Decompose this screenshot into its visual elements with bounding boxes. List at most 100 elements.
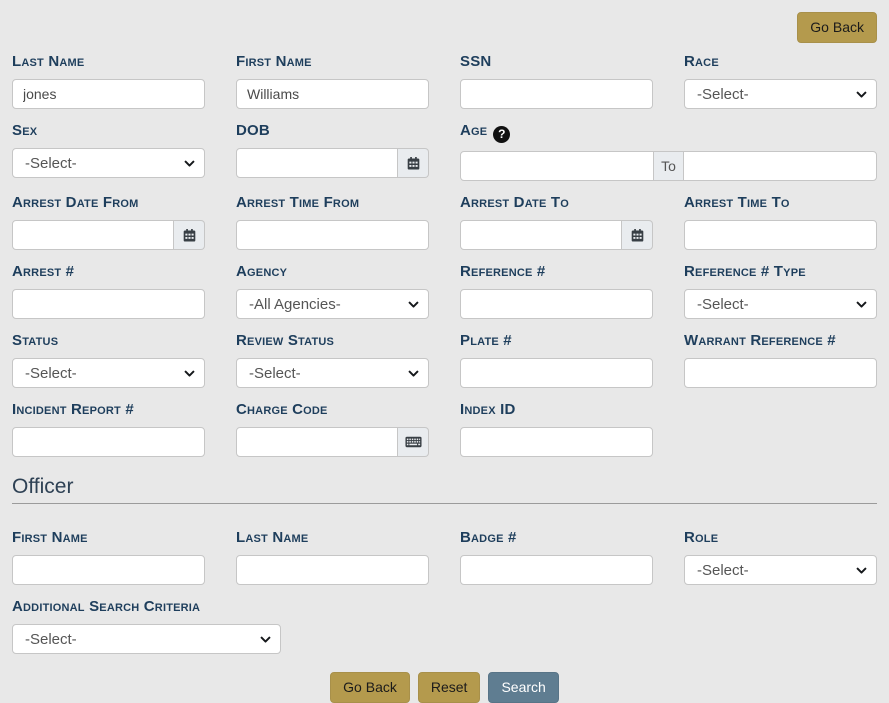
arrest-number-input[interactable]	[12, 289, 205, 319]
role-select-value: -Select-	[697, 562, 749, 579]
additional-search-criteria-select[interactable]: -Select-	[12, 624, 281, 654]
reference-number-type-select-value: -Select-	[697, 296, 749, 313]
dob-input[interactable]	[236, 148, 398, 178]
row-4: Arrest # Agency -All Agencies- Reference…	[12, 262, 877, 331]
arrest-time-from-input[interactable]	[236, 220, 429, 250]
chevron-down-icon	[855, 298, 868, 311]
chevron-down-icon	[407, 298, 420, 311]
role-field-group: Role -Select-	[684, 528, 877, 585]
additional-search-criteria-label: Additional Search Criteria	[12, 597, 877, 616]
status-field-group: Status -Select-	[12, 331, 205, 388]
charge-code-label: Charge Code	[236, 400, 429, 419]
officer-last-name-input[interactable]	[236, 555, 429, 585]
dob-field-group: DOB	[236, 121, 429, 181]
race-select-value: -Select-	[697, 86, 749, 103]
sex-select-value: -Select-	[25, 155, 77, 172]
warrant-reference-number-input[interactable]	[684, 358, 877, 388]
row-5: Status -Select- Review Status -Select- P…	[12, 331, 877, 400]
chevron-down-icon	[855, 88, 868, 101]
chevron-down-icon	[183, 157, 196, 170]
reference-number-type-label: Reference # Type	[684, 262, 877, 281]
row-3: Arrest Date From Arrest Time From	[12, 193, 877, 262]
age-from-input[interactable]	[460, 151, 654, 181]
age-to-input[interactable]	[683, 151, 877, 181]
officer-last-name-field-group: Last Name	[236, 528, 429, 585]
role-select[interactable]: -Select-	[684, 555, 877, 585]
reference-number-type-select[interactable]: -Select-	[684, 289, 877, 319]
age-field-group: Age? To	[460, 121, 877, 181]
charge-code-field-group: Charge Code	[236, 400, 429, 457]
sex-label: Sex	[12, 121, 205, 140]
ssn-input[interactable]	[460, 79, 653, 109]
row-2: Sex -Select- DOB	[12, 121, 877, 193]
plate-number-field-group: Plate #	[460, 331, 653, 388]
arrest-date-from-label: Arrest Date From	[12, 193, 205, 212]
sex-select[interactable]: -Select-	[12, 148, 205, 178]
chevron-down-icon	[259, 633, 272, 646]
calendar-icon	[182, 228, 197, 243]
question-circle-icon[interactable]: ?	[493, 126, 510, 143]
row-1: Last Name First Name SSN Race -Select-	[12, 52, 877, 121]
role-label: Role	[684, 528, 877, 547]
chevron-down-icon	[407, 367, 420, 380]
ssn-field-group: SSN	[460, 52, 653, 109]
first-name-field-group: First Name	[236, 52, 429, 109]
officer-row-1: First Name Last Name Badge # Role -Selec…	[12, 528, 877, 597]
dob-calendar-button[interactable]	[398, 148, 429, 178]
arrest-time-to-label: Arrest Time To	[684, 193, 877, 212]
arrest-date-from-field-group: Arrest Date From	[12, 193, 205, 250]
status-select[interactable]: -Select-	[12, 358, 205, 388]
arrest-date-from-calendar-button[interactable]	[174, 220, 205, 250]
chevron-down-icon	[855, 564, 868, 577]
arrest-date-to-input[interactable]	[460, 220, 622, 250]
warrant-reference-number-field-group: Warrant Reference #	[684, 331, 877, 388]
review-status-field-group: Review Status -Select-	[236, 331, 429, 388]
plate-number-input[interactable]	[460, 358, 653, 388]
badge-number-input[interactable]	[460, 555, 653, 585]
agency-select[interactable]: -All Agencies-	[236, 289, 429, 319]
search-form-page: Go Back Last Name First Name SSN Race -S…	[0, 0, 889, 688]
index-id-input[interactable]	[460, 427, 653, 457]
agency-select-value: -All Agencies-	[249, 296, 341, 313]
arrest-time-to-input[interactable]	[684, 220, 877, 250]
badge-number-label: Badge #	[460, 528, 653, 547]
warrant-reference-number-label: Warrant Reference #	[684, 331, 877, 350]
plate-number-label: Plate #	[460, 331, 653, 350]
officer-first-name-field-group: First Name	[12, 528, 205, 585]
last-name-label: Last Name	[12, 52, 205, 71]
status-label: Status	[12, 331, 205, 350]
reference-number-input[interactable]	[460, 289, 653, 319]
additional-search-criteria-field-group: Additional Search Criteria -Select-	[12, 597, 877, 654]
incident-report-number-input[interactable]	[12, 427, 205, 457]
arrest-time-from-field-group: Arrest Time From	[236, 193, 429, 250]
top-go-back-button[interactable]: Go Back	[797, 12, 877, 43]
race-label: Race	[684, 52, 877, 71]
first-name-input[interactable]	[236, 79, 429, 109]
review-status-select[interactable]: -Select-	[236, 358, 429, 388]
sex-field-group: Sex -Select-	[12, 121, 205, 181]
age-label: Age?	[460, 121, 877, 143]
arrest-date-to-field-group: Arrest Date To	[460, 193, 653, 250]
index-id-label: Index ID	[460, 400, 653, 419]
arrest-number-label: Arrest #	[12, 262, 205, 281]
arrest-time-to-field-group: Arrest Time To	[684, 193, 877, 250]
incident-report-number-label: Incident Report #	[12, 400, 205, 419]
row-6: Incident Report # Charge Code	[12, 400, 877, 469]
race-select[interactable]: -Select-	[684, 79, 877, 109]
arrest-date-from-input[interactable]	[12, 220, 174, 250]
arrest-date-to-calendar-button[interactable]	[622, 220, 653, 250]
officer-first-name-input[interactable]	[12, 555, 205, 585]
last-name-input[interactable]	[12, 79, 205, 109]
calendar-icon	[630, 228, 645, 243]
arrest-number-field-group: Arrest #	[12, 262, 205, 319]
arrest-date-to-label: Arrest Date To	[460, 193, 653, 212]
race-field-group: Race -Select-	[684, 52, 877, 109]
chevron-down-icon	[183, 367, 196, 380]
status-select-value: -Select-	[25, 365, 77, 382]
officer-last-name-label: Last Name	[236, 528, 429, 547]
review-status-select-value: -Select-	[249, 365, 301, 382]
charge-code-input[interactable]	[236, 427, 398, 457]
charge-code-keyboard-button[interactable]	[398, 427, 429, 457]
calendar-icon	[406, 156, 421, 171]
index-id-field-group: Index ID	[460, 400, 653, 457]
